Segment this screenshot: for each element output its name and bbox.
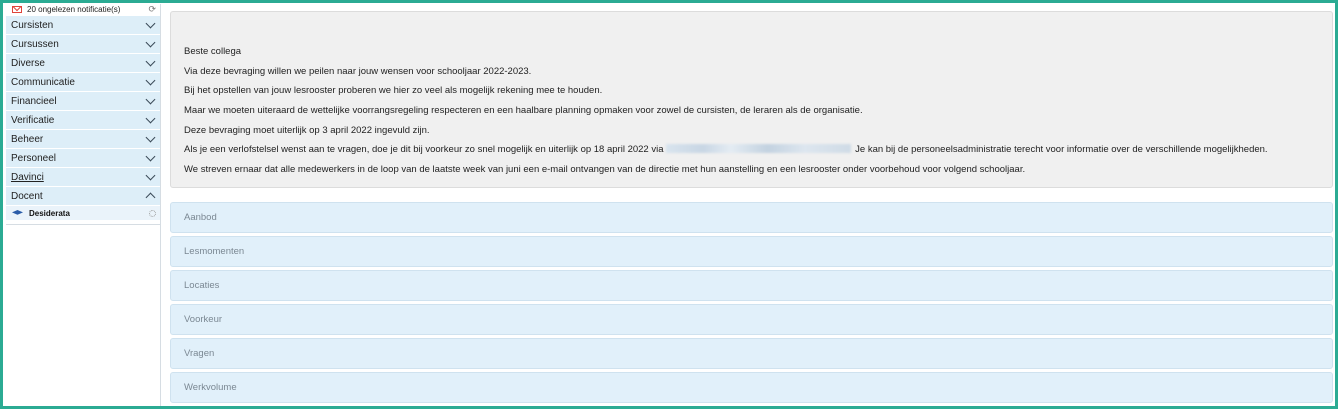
message-line: Beste collega <box>184 46 242 57</box>
sidebar-item-cursussen[interactable]: Cursussen <box>6 35 160 53</box>
graduation-cap-icon <box>12 210 23 215</box>
sidebar-subitem-label: Desiderata <box>29 208 70 218</box>
gear-icon[interactable] <box>149 209 156 217</box>
sidebar-item-davinci[interactable]: Davinci <box>6 168 160 186</box>
sidebar-item-label: Docent <box>11 190 43 202</box>
sidebar-item-label: Davinci <box>11 171 44 183</box>
envelope-icon <box>12 6 22 13</box>
message-line: Als je een verlofstelsel wenst aan te vr… <box>184 140 1332 160</box>
chevron-down-icon <box>145 151 156 161</box>
chevron-down-icon <box>145 56 156 66</box>
sidebar-item-label: Cursussen <box>11 38 59 50</box>
sidebar-item-docent[interactable]: Docent <box>6 187 160 205</box>
message-line-part: Als je een verlofstelsel wenst aan te vr… <box>184 144 664 156</box>
section-vragen[interactable]: Vragen <box>170 338 1333 369</box>
sidebar-item-label: Verificatie <box>11 114 55 126</box>
section-label: Voorkeur <box>184 314 223 325</box>
section-locaties[interactable]: Locaties <box>170 270 1333 301</box>
notifications-text[interactable]: 20 ongelezen notificatie(s) <box>27 5 120 14</box>
sidebar-item-label: Beheer <box>11 133 44 145</box>
section-label: Lesmomenten <box>184 246 245 257</box>
message-line: Maar we moeten uiteraard de wettelijke v… <box>184 105 863 117</box>
sidebar-item-label: Diverse <box>11 57 45 69</box>
section-voorkeur[interactable]: Voorkeur <box>170 304 1333 335</box>
message-line: We streven ernaar dat alle medewerkers i… <box>184 164 1026 176</box>
section-label: Locaties <box>184 280 220 291</box>
chevron-down-icon <box>145 75 156 85</box>
section-werkvolume[interactable]: Werkvolume <box>170 372 1333 403</box>
section-lesmomenten[interactable]: Lesmomenten <box>170 236 1333 267</box>
refresh-icon[interactable]: ⟳ <box>148 4 156 15</box>
sidebar-item-label: Financieel <box>11 95 57 107</box>
sidebar-divider <box>6 224 160 225</box>
notifications-bar[interactable]: 20 ongelezen notificatie(s) ⟳ <box>6 4 160 15</box>
sidebar-item-cursisten[interactable]: Cursisten <box>6 16 160 34</box>
sidebar-item-verificatie[interactable]: Verificatie <box>6 111 160 129</box>
redacted-link[interactable] <box>665 144 851 154</box>
sidebar-item-label: Personeel <box>11 152 57 164</box>
sidebar-item-diverse[interactable]: Diverse <box>6 54 160 72</box>
sidebar-item-label: Communicatie <box>11 76 75 88</box>
chevron-down-icon <box>145 132 156 142</box>
sidebar: 20 ongelezen notificatie(s) ⟳ Cursisten … <box>6 4 161 406</box>
message-line: Bij het opstellen van jouw lesrooster pr… <box>184 85 603 97</box>
chevron-up-icon <box>145 192 156 203</box>
message-line: Via deze bevraging willen we peilen naar… <box>184 65 532 77</box>
section-aanbod[interactable]: Aanbod <box>170 202 1333 233</box>
sidebar-item-label: Cursisten <box>11 19 54 31</box>
section-label: Aanbod <box>184 212 217 223</box>
chevron-down-icon <box>145 170 156 180</box>
section-label: Vragen <box>184 348 215 359</box>
intro-message: Beste collega Via deze bevraging willen … <box>170 11 1333 188</box>
app-frame: 20 ongelezen notificatie(s) ⟳ Cursisten … <box>0 0 1338 409</box>
main-content: Beste collega Via deze bevraging willen … <box>170 11 1333 406</box>
chevron-down-icon <box>145 37 156 47</box>
chevron-down-icon <box>145 113 156 123</box>
chevron-down-icon <box>145 94 156 104</box>
sidebar-item-financieel[interactable]: Financieel <box>6 92 160 110</box>
sidebar-subitem-desiderata[interactable]: Desiderata <box>6 206 160 220</box>
message-line-part: Je kan bij de personeelsadministratie te… <box>855 144 1268 156</box>
section-label: Werkvolume <box>184 382 237 393</box>
sidebar-item-personeel[interactable]: Personeel <box>6 149 160 167</box>
chevron-down-icon <box>145 18 156 28</box>
sidebar-item-communicatie[interactable]: Communicatie <box>6 73 160 91</box>
message-line: Deze bevraging moet uiterlijk op 3 april… <box>184 124 430 136</box>
sidebar-item-beheer[interactable]: Beheer <box>6 130 160 148</box>
